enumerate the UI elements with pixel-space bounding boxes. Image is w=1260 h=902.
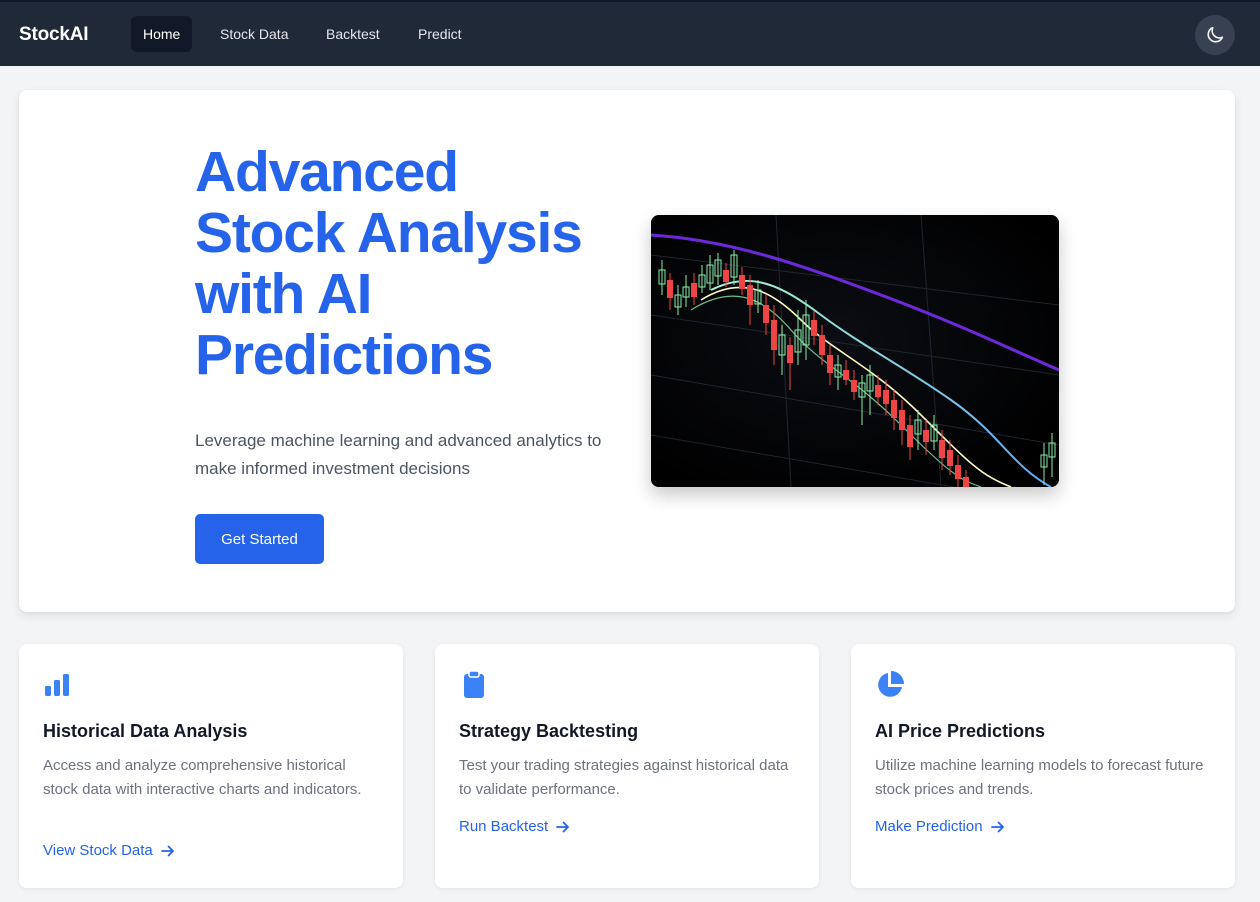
arrow-right-icon	[990, 821, 1004, 832]
hero-section: Advanced Stock Analysis with AI Predicti…	[19, 90, 1235, 612]
candle-body	[787, 345, 793, 363]
candle-body	[723, 270, 729, 282]
candle-body	[747, 285, 753, 305]
hero-title-line: Predictions	[195, 323, 493, 387]
link-label: Run Backtest	[459, 818, 549, 835]
hero-title-line: with AI	[195, 262, 372, 326]
link-label: Make Prediction	[875, 818, 983, 835]
pie-chart-icon	[878, 671, 904, 697]
card-description: Utilize machine learning models to forec…	[875, 757, 1204, 798]
hero-subtitle: Leverage machine learning and advanced a…	[195, 431, 602, 478]
view-stock-data-link[interactable]: View Stock Data	[43, 842, 175, 859]
candle-body	[907, 425, 913, 447]
candle-body	[923, 430, 929, 442]
hero-title: Advanced Stock Analysis with AI Predicti…	[195, 142, 615, 386]
feature-card-predictions: AI Price Predictions Utilize machine lea…	[851, 644, 1235, 888]
card-title: AI Price Predictions	[875, 721, 1046, 741]
candle-body	[739, 275, 745, 289]
candle-body	[947, 450, 953, 466]
candlestick-chart-image	[651, 215, 1059, 487]
theme-toggle-button[interactable]	[1195, 15, 1235, 55]
moon-icon	[1207, 26, 1224, 43]
brand-logo[interactable]: StockAI	[19, 24, 89, 46]
feature-card-backtesting: Strategy Backtesting Test your trading s…	[435, 644, 819, 888]
card-title: Historical Data Analysis	[43, 721, 248, 741]
hero-title-line: Advanced	[195, 140, 459, 204]
hero-chart-image	[651, 215, 1059, 487]
candle-body	[963, 477, 969, 487]
run-backtest-link[interactable]: Run Backtest	[459, 818, 570, 835]
nav-link-backtest[interactable]: Backtest	[314, 16, 392, 52]
link-label: View Stock Data	[43, 842, 153, 859]
navbar: StockAI Home Stock Data Backtest Predict	[0, 0, 1260, 66]
candle-body	[899, 410, 905, 430]
candle-body	[851, 380, 857, 392]
card-description: Access and analyze comprehensive histori…	[43, 757, 362, 798]
candle-body	[843, 370, 849, 380]
candle-body	[939, 440, 945, 458]
bar-chart-icon	[45, 674, 69, 696]
card-description: Test your trading strategies against his…	[459, 757, 789, 798]
make-prediction-link[interactable]: Make Prediction	[875, 818, 1005, 835]
candle-body	[827, 355, 833, 373]
get-started-button[interactable]: Get Started	[195, 514, 324, 564]
candle-body	[691, 283, 697, 297]
candle-body	[819, 335, 825, 355]
candle-body	[771, 320, 777, 350]
arrow-right-icon	[556, 821, 570, 832]
candle-body	[955, 465, 961, 479]
candle-body	[811, 320, 817, 336]
hero-title-line: Stock Analysis	[195, 201, 583, 265]
clipboard-icon	[464, 670, 484, 698]
arrow-right-icon	[160, 845, 174, 856]
feature-card-historical: Historical Data Analysis Access and anal…	[19, 644, 403, 888]
card-title: Strategy Backtesting	[459, 721, 639, 741]
nav-link-stock-data[interactable]: Stock Data	[208, 16, 300, 52]
candle-body	[891, 400, 897, 418]
candle-body	[763, 305, 769, 323]
candle-body	[875, 385, 881, 397]
candle-body	[883, 390, 889, 404]
nav-link-home[interactable]: Home	[131, 16, 193, 52]
candle-body	[667, 280, 673, 298]
nav-link-predict[interactable]: Predict	[406, 16, 474, 52]
